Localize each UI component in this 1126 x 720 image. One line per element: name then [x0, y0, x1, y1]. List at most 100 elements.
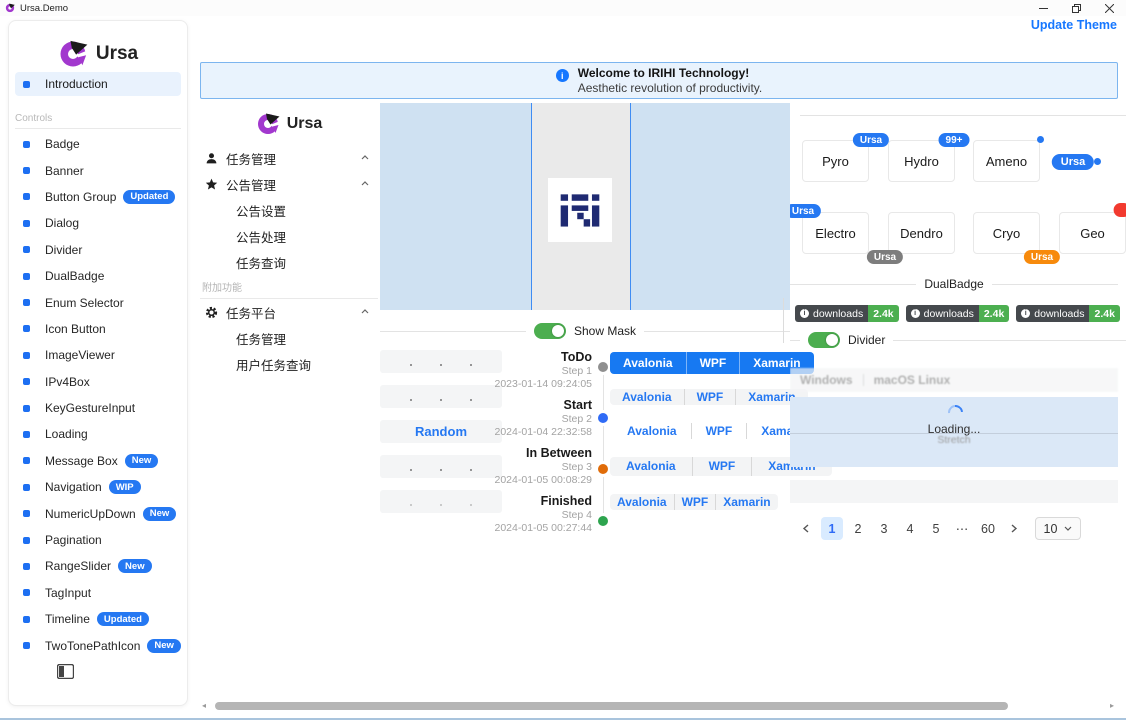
menu-item-task-management[interactable]: 任务管理: [200, 145, 378, 171]
minimize-icon[interactable]: [1027, 0, 1060, 16]
xamarin-button[interactable]: Xamarin: [715, 494, 777, 510]
menu-item-announcement-processing[interactable]: 公告处理: [200, 223, 378, 249]
menu-item-announcement-settings[interactable]: 公告设置: [200, 197, 378, 223]
collapse-sidebar-icon[interactable]: [57, 664, 74, 679]
avalonia-button[interactable]: Avalonia: [613, 423, 691, 439]
menu-item-user-task-query[interactable]: 用户任务查询: [200, 351, 378, 377]
badge-card-ameno[interactable]: Ameno: [973, 140, 1040, 182]
sidebar-item-banner[interactable]: Banner: [15, 157, 185, 183]
page-ellipsis[interactable]: ⋯: [951, 517, 973, 540]
page-button-4[interactable]: 4: [899, 517, 921, 540]
sidebar-item-button-group[interactable]: Button GroupUpdated: [15, 184, 185, 210]
bullet-icon: [23, 378, 30, 385]
sidebar-item-numericupdown[interactable]: NumericUpDownNew: [15, 500, 185, 526]
page-button-1[interactable]: 1: [821, 517, 843, 540]
sidebar-item-dialog[interactable]: Dialog: [15, 210, 185, 236]
wpf-button[interactable]: WPF: [692, 457, 752, 476]
avalonia-button[interactable]: Avalonia: [610, 389, 684, 405]
sidebar-item-badge[interactable]: Badge: [15, 131, 185, 157]
badge-card-label: Dendro: [900, 226, 943, 241]
badge-card-dendro[interactable]: Dendro: [888, 212, 955, 254]
dualbadge-divider: DualBadge: [790, 277, 1118, 291]
tab-windows[interactable]: Windows: [790, 373, 863, 387]
timeline-dot-todo: [598, 362, 608, 372]
bullet-icon: [23, 193, 30, 200]
divider-line: [893, 340, 1126, 341]
scroll-left-icon[interactable]: ◂: [202, 702, 210, 710]
sidebar-item-timeline[interactable]: TimelineUpdated: [15, 606, 185, 632]
loading-text: Loading...: [790, 422, 1118, 436]
menu-item-task-query[interactable]: 任务查询: [200, 249, 378, 275]
sidebar-item-icon-button[interactable]: Icon Button: [15, 316, 185, 342]
sidebar: Ursa Introduction Controls Badge Banner …: [8, 20, 188, 706]
bullet-icon: [23, 510, 30, 517]
page-button-5[interactable]: 5: [925, 517, 947, 540]
sidebar-item-label: Divider: [45, 243, 82, 257]
status-badge: New: [147, 639, 181, 653]
sidebar-item-message-box[interactable]: Message BoxNew: [15, 448, 185, 474]
scroll-right-icon[interactable]: ▸: [1110, 702, 1118, 710]
menu-item-announcement-management[interactable]: 公告管理: [200, 171, 378, 197]
page-button-60[interactable]: 60: [977, 517, 999, 540]
scrollbar-thumb[interactable]: [215, 702, 1008, 710]
close-icon[interactable]: [1093, 0, 1126, 16]
divider-toggle[interactable]: [808, 332, 840, 348]
bullet-icon: [23, 405, 30, 412]
prev-page-icon[interactable]: [795, 517, 817, 540]
vertical-divider-sample: [783, 298, 784, 343]
demo-menu: Ursa 任务管理 公告管理 公告设置 公告处理 任务查询 附加功能 任务平台 …: [200, 103, 378, 377]
bullet-icon: [23, 642, 30, 649]
wpf-button[interactable]: WPF: [686, 352, 740, 374]
badge-card-cryo[interactable]: Cryo: [973, 212, 1040, 254]
sidebar-item-keygestureinput[interactable]: KeyGestureInput: [15, 395, 185, 421]
status-badge: New: [118, 559, 152, 573]
sidebar-item-pagination[interactable]: Pagination: [15, 527, 185, 553]
page-button-2[interactable]: 2: [847, 517, 869, 540]
sidebar-item-twotonepathicon[interactable]: TwoTonePathIcon New: [15, 632, 185, 658]
loading-spinner-icon: [945, 402, 966, 423]
sidebar-item-introduction[interactable]: Introduction: [15, 72, 181, 96]
show-mask-toggle[interactable]: [534, 323, 566, 339]
maximize-icon[interactable]: [1060, 0, 1093, 16]
avalonia-button[interactable]: Avalonia: [610, 457, 692, 476]
badge-card-electro[interactable]: Electro: [802, 212, 869, 254]
page-size-value: 10: [1044, 522, 1058, 536]
sidebar-item-loading[interactable]: Loading: [15, 421, 185, 447]
sidebar-item-imageviewer[interactable]: ImageViewer: [15, 342, 185, 368]
sidebar-item-label: TwoTonePathIcon: [45, 639, 140, 653]
titlebar: Ursa.Demo: [0, 0, 1126, 16]
avalonia-button[interactable]: Avalonia: [610, 494, 674, 510]
status-badge: New: [125, 454, 159, 468]
ursa-badge-gray: Ursa: [867, 250, 903, 264]
pagination-demo: 1 2 3 4 5 ⋯ 60 10: [795, 517, 1081, 540]
sidebar-item-label: DualBadge: [45, 269, 104, 283]
sidebar-item-label: IPv4Box: [45, 375, 90, 389]
wpf-button[interactable]: WPF: [691, 423, 747, 439]
tab-macos-linux[interactable]: macOS Linux: [864, 373, 961, 387]
avalonia-button[interactable]: Avalonia: [610, 352, 686, 374]
menu-logo: Ursa: [200, 103, 378, 145]
empty-bar: [790, 480, 1118, 503]
menu-item-label: 任务管理: [236, 329, 286, 348]
sidebar-item-dualbadge[interactable]: DualBadge: [15, 263, 185, 289]
page-button-3[interactable]: 3: [873, 517, 895, 540]
image-viewer[interactable]: [380, 103, 790, 310]
next-page-icon[interactable]: [1003, 517, 1025, 540]
sidebar-item-ipv4box[interactable]: IPv4Box: [15, 369, 185, 395]
sidebar-item-rangeslider[interactable]: RangeSliderNew: [15, 553, 185, 579]
sidebar-item-navigation[interactable]: NavigationWIP: [15, 474, 185, 500]
badge-card-label: Cryo: [993, 226, 1020, 241]
bullet-icon: [23, 167, 30, 174]
wpf-button[interactable]: WPF: [674, 494, 716, 510]
page-size-select[interactable]: 10: [1035, 517, 1081, 540]
update-theme-button[interactable]: Update Theme: [1031, 18, 1117, 32]
center-column: Show Mask Random ToDo Step 1 2023-01-14 …: [380, 103, 790, 563]
sidebar-item-enum-selector[interactable]: Enum Selector: [15, 289, 185, 315]
wpf-button[interactable]: WPF: [684, 389, 736, 405]
badge-card-geo[interactable]: Geo: [1059, 212, 1126, 254]
sidebar-item-divider[interactable]: Divider: [15, 237, 185, 263]
welcome-banner: i Welcome to IRIHI Technology! Aesthetic…: [200, 62, 1118, 99]
menu-item-task-platform[interactable]: 任务平台: [200, 299, 378, 325]
menu-item-task-management-2[interactable]: 任务管理: [200, 325, 378, 351]
sidebar-item-taginput[interactable]: TagInput: [15, 580, 185, 606]
